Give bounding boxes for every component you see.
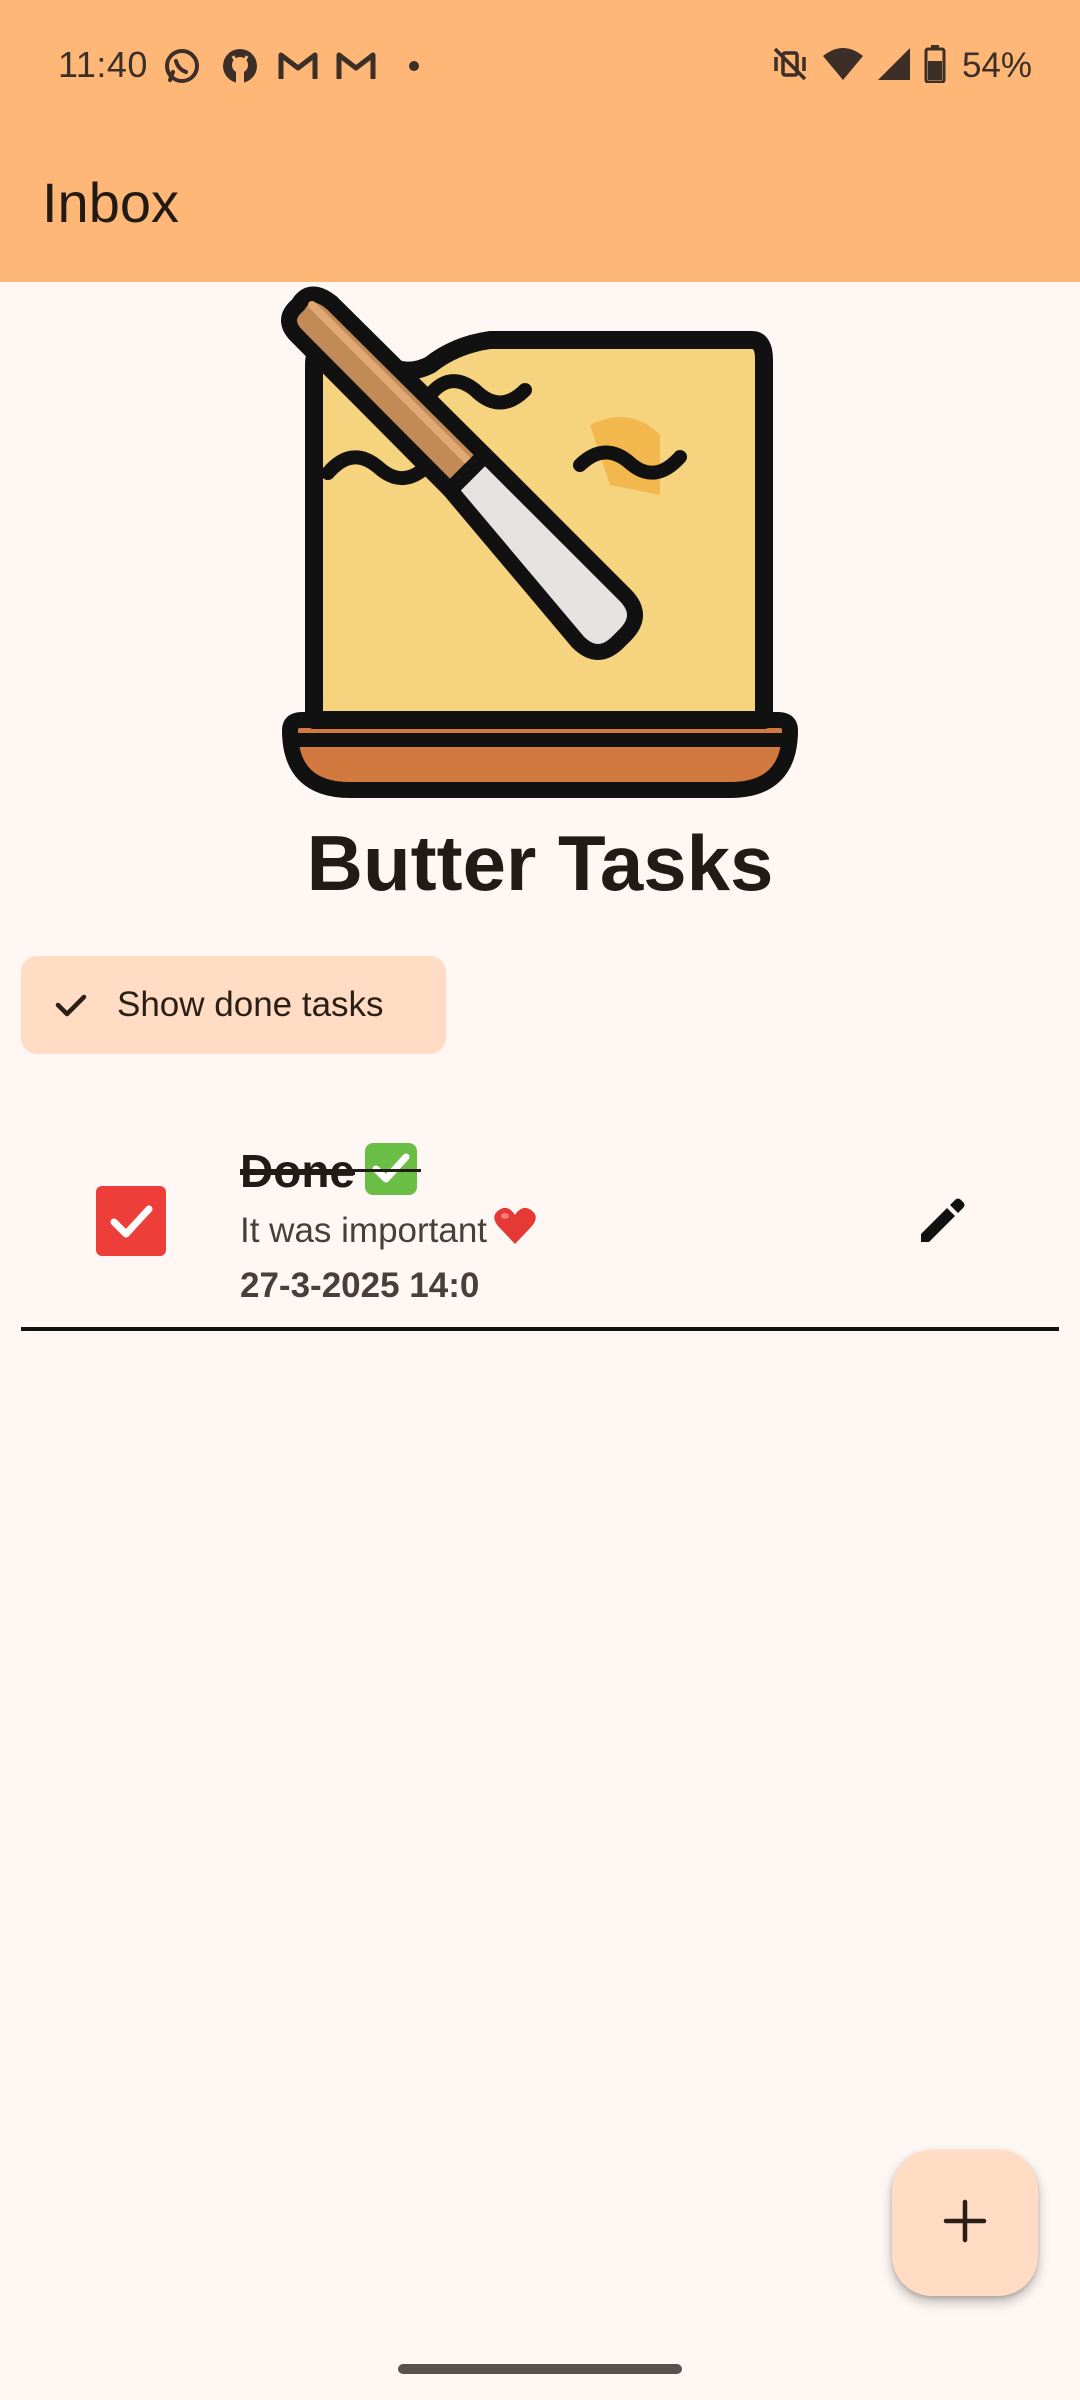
battery-icon [924, 44, 946, 88]
red-heart-emoji [493, 1206, 537, 1258]
cell-signal-icon [876, 46, 912, 87]
strikethrough-line [240, 1169, 421, 1172]
gmail-icon [276, 44, 320, 88]
app-name: Butter Tasks [306, 819, 774, 907]
task-title-row: Done [240, 1142, 421, 1200]
gmail-icon [334, 44, 378, 88]
top-app-bar: 11:40 54% Inbox [0, 0, 1080, 282]
screen: 11:40 54% Inbox Butter Tasks Show done t… [0, 0, 1080, 2400]
battery-percent: 54% [961, 46, 1032, 85]
pencil-icon [915, 1194, 969, 1253]
task-text: Done It was important 27-3-2025 14:0 [240, 1142, 537, 1310]
edit-task-button[interactable] [901, 1182, 983, 1264]
github-icon [218, 44, 262, 88]
wifi-icon [822, 46, 864, 87]
system-icons: 54% [770, 44, 1032, 88]
show-done-tasks-chip[interactable]: Show done tasks [21, 956, 446, 1054]
task-date: 27-3-2025 14:0 [240, 1266, 480, 1305]
status-bar: 11:40 54% [0, 0, 1080, 135]
butter-knife-logo-icon [280, 285, 800, 805]
whatsapp-icon [160, 44, 204, 88]
task-done-checkbox[interactable] [96, 1186, 166, 1256]
task-description: It was important [240, 1206, 537, 1258]
mute-vibrate-icon [770, 44, 810, 89]
dot-icon [392, 44, 436, 88]
gesture-navigation-bar[interactable] [398, 2364, 682, 2374]
plus-icon [942, 2198, 988, 2249]
task-item[interactable]: Done It was important 27-3-2025 14:0 [21, 1120, 1059, 1330]
check-icon [51, 985, 91, 1025]
task-description-text: It was important [240, 1211, 488, 1250]
notification-icons [160, 44, 436, 88]
task-divider [21, 1327, 1059, 1331]
chip-label: Show done tasks [117, 985, 384, 1024]
status-time: 11:40 [58, 44, 148, 85]
add-task-button[interactable] [892, 2150, 1038, 2296]
page-title: Inbox [42, 171, 179, 234]
